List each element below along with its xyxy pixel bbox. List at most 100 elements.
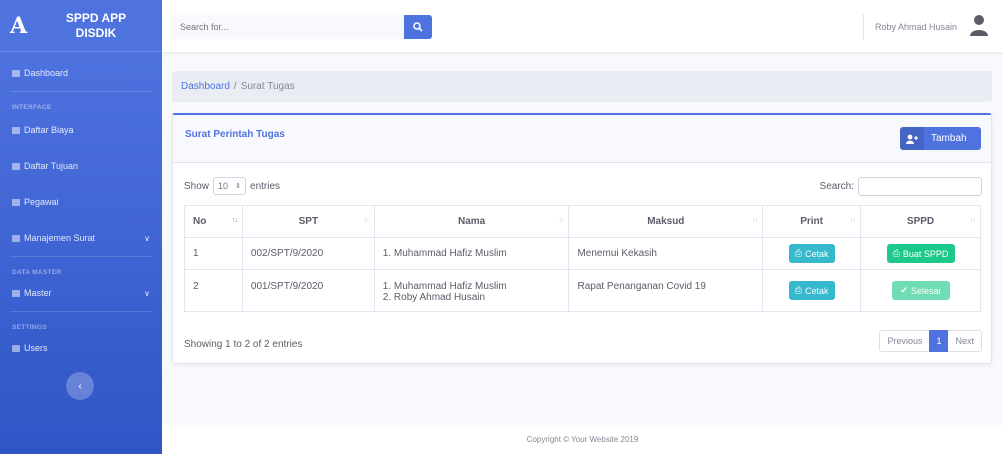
copyright-text: Copyright © Your Website 2019	[526, 435, 639, 444]
sort-icon: ↑↓	[850, 217, 856, 224]
cell-spt: 002/SPT/9/2020	[241, 237, 375, 270]
footer: Copyright © Your Website 2019	[162, 425, 1003, 454]
sidebar-item-label: Master	[24, 288, 52, 298]
cell-maksud: Rapat Penanganan Covid 19	[568, 269, 764, 312]
sidebar-item-label: Manajemen Surat	[24, 233, 96, 243]
table-search-input[interactable]	[858, 177, 982, 196]
search-input[interactable]	[172, 15, 404, 39]
brand-line1: SPPD APP	[65, 10, 127, 25]
sidebar-item-manajemen-surat[interactable]: Manajemen Surat ∨	[0, 225, 162, 251]
selesai-label: Selesai	[911, 285, 941, 296]
sidebar-item-pegawai[interactable]: Pegawai	[0, 189, 162, 215]
chevron-down-icon: ∨	[144, 288, 150, 298]
sort-icon: ↑↓	[752, 217, 758, 224]
column-header-nama[interactable]: Nama ↑↓	[373, 205, 570, 238]
cell-sppd: ⎙ Buat SPPD	[860, 237, 981, 270]
column-header-maksud[interactable]: Maksud ↑↓	[568, 205, 764, 238]
chevron-down-icon: ∨	[144, 233, 150, 243]
sort-icon: ↑↓	[231, 217, 238, 224]
sidebar-divider	[10, 91, 152, 92]
sort-icon: ↑↓	[970, 217, 976, 224]
sidebar-item-daftar-tujuan[interactable]: Daftar Tujuan	[0, 153, 162, 179]
cell-nama: 1. Muhammad Hafiz Muslim 2. Roby Ahmad H…	[373, 269, 570, 312]
user-name[interactable]: Roby Ahmad Husain	[875, 22, 957, 32]
nama-line: 2. Roby Ahmad Husain	[382, 292, 486, 303]
table-icon	[12, 234, 20, 242]
user-icon	[12, 344, 20, 352]
sidebar-heading-interface: INTERFACE	[12, 104, 52, 111]
print-button-label: Cetak	[804, 248, 829, 259]
print-icon: ⎙	[794, 248, 802, 258]
cell-nama: 1. Muhammad Hafiz Muslim	[373, 237, 570, 270]
search-icon	[413, 22, 423, 32]
print-icon: ⎙	[892, 248, 900, 258]
pagination-previous[interactable]: Previous	[880, 331, 929, 351]
show-label: Show	[184, 180, 210, 192]
cell-print: ⎙ Cetak	[762, 237, 862, 270]
table-info: Showing 1 to 2 of 2 entries	[184, 339, 303, 350]
user-avatar-icon[interactable]	[969, 14, 989, 36]
card-header: Surat Perintah Tugas Tambah	[173, 115, 991, 163]
cell-no: 2	[184, 269, 243, 312]
sidebar-item-label: Dashboard	[24, 68, 69, 78]
sidebar-item-master[interactable]: Master ∨	[0, 280, 162, 306]
sidebar-item-label: Daftar Tujuan	[24, 161, 79, 171]
cell-no: 1	[184, 237, 243, 270]
dashboard-icon	[12, 69, 20, 77]
breadcrumb: Dashboard / Surat Tugas	[172, 71, 992, 102]
print-button[interactable]: ⎙ Cetak	[788, 281, 835, 300]
add-button[interactable]: Tambah	[900, 127, 981, 150]
topbar-search	[172, 15, 432, 39]
print-icon: ⎙	[794, 285, 802, 295]
surat-tugas-card: Surat Perintah Tugas Tambah Show 10 ⇕ en…	[172, 113, 992, 364]
selesai-button[interactable]: ✔ Selesai	[891, 281, 950, 300]
column-header-print[interactable]: Print ↑↓	[762, 205, 862, 238]
sidebar: A SPPD APP DISDIK Dashboard INTERFACE Da…	[0, 0, 162, 454]
topbar-divider	[863, 14, 864, 40]
sidebar-item-daftar-biaya[interactable]: Daftar Biaya	[0, 117, 162, 143]
sidebar-item-label: Pegawai	[24, 197, 59, 207]
buat-sppd-button[interactable]: ⎙ Buat SPPD	[886, 244, 955, 263]
sidebar-toggle-button[interactable]: ‹	[66, 372, 94, 400]
breadcrumb-separator: /	[233, 81, 237, 92]
search-label: Search:	[819, 181, 854, 192]
table-row: 2 001/SPT/9/2020 1. Muhammad Hafiz Musli…	[184, 269, 981, 312]
folder-icon	[12, 126, 20, 134]
entries-label: entries	[250, 180, 281, 192]
add-button-label: Tambah	[931, 133, 967, 144]
print-button[interactable]: ⎙ Cetak	[788, 244, 835, 263]
sort-icon: ↑↓	[558, 217, 564, 224]
sidebar-item-users[interactable]: Users	[0, 335, 162, 361]
chevron-left-icon: ‹	[78, 380, 82, 392]
select-arrows-icon: ⇕	[235, 183, 242, 190]
entries-length: Show 10 ⇕ entries	[184, 177, 280, 195]
entries-value: 10	[218, 181, 229, 191]
column-header-sppd[interactable]: SPPD ↑↓	[860, 205, 981, 238]
entries-select[interactable]: 10 ⇕	[213, 177, 247, 195]
buat-sppd-label: Buat SPPD	[902, 248, 949, 259]
column-header-no[interactable]: No ↑↓	[184, 205, 243, 238]
cell-maksud: Menemui Kekasih	[568, 237, 764, 270]
sidebar-brand[interactable]: A SPPD APP DISDIK	[0, 0, 162, 52]
sidebar-item-dashboard[interactable]: Dashboard	[0, 60, 162, 86]
table-row: 1 002/SPT/9/2020 1. Muhammad Hafiz Musli…	[184, 237, 981, 270]
pagination-next[interactable]: Next	[948, 331, 981, 351]
column-header-spt[interactable]: SPT ↑↓	[241, 205, 375, 238]
nama-line: 1. Muhammad Hafiz Muslim	[382, 281, 507, 292]
table-icon	[12, 289, 20, 297]
search-button[interactable]	[404, 15, 432, 39]
pagination-page-1[interactable]: 1	[929, 330, 949, 352]
list-icon	[12, 162, 20, 170]
cell-print: ⎙ Cetak	[762, 269, 862, 312]
user-plus-icon	[900, 127, 924, 150]
pagination: Previous 1 Next	[879, 330, 982, 352]
print-button-label: Cetak	[804, 285, 829, 296]
check-icon: ✔	[900, 285, 909, 295]
sidebar-item-label: Users	[24, 343, 48, 353]
sidebar-heading-data-master: DATA MASTER	[12, 269, 62, 276]
table-search: Search:	[820, 177, 982, 196]
sidebar-divider	[10, 311, 152, 312]
breadcrumb-home[interactable]: Dashboard	[181, 81, 230, 92]
sidebar-item-label: Daftar Biaya	[24, 125, 74, 135]
cell-spt: 001/SPT/9/2020	[241, 269, 375, 312]
